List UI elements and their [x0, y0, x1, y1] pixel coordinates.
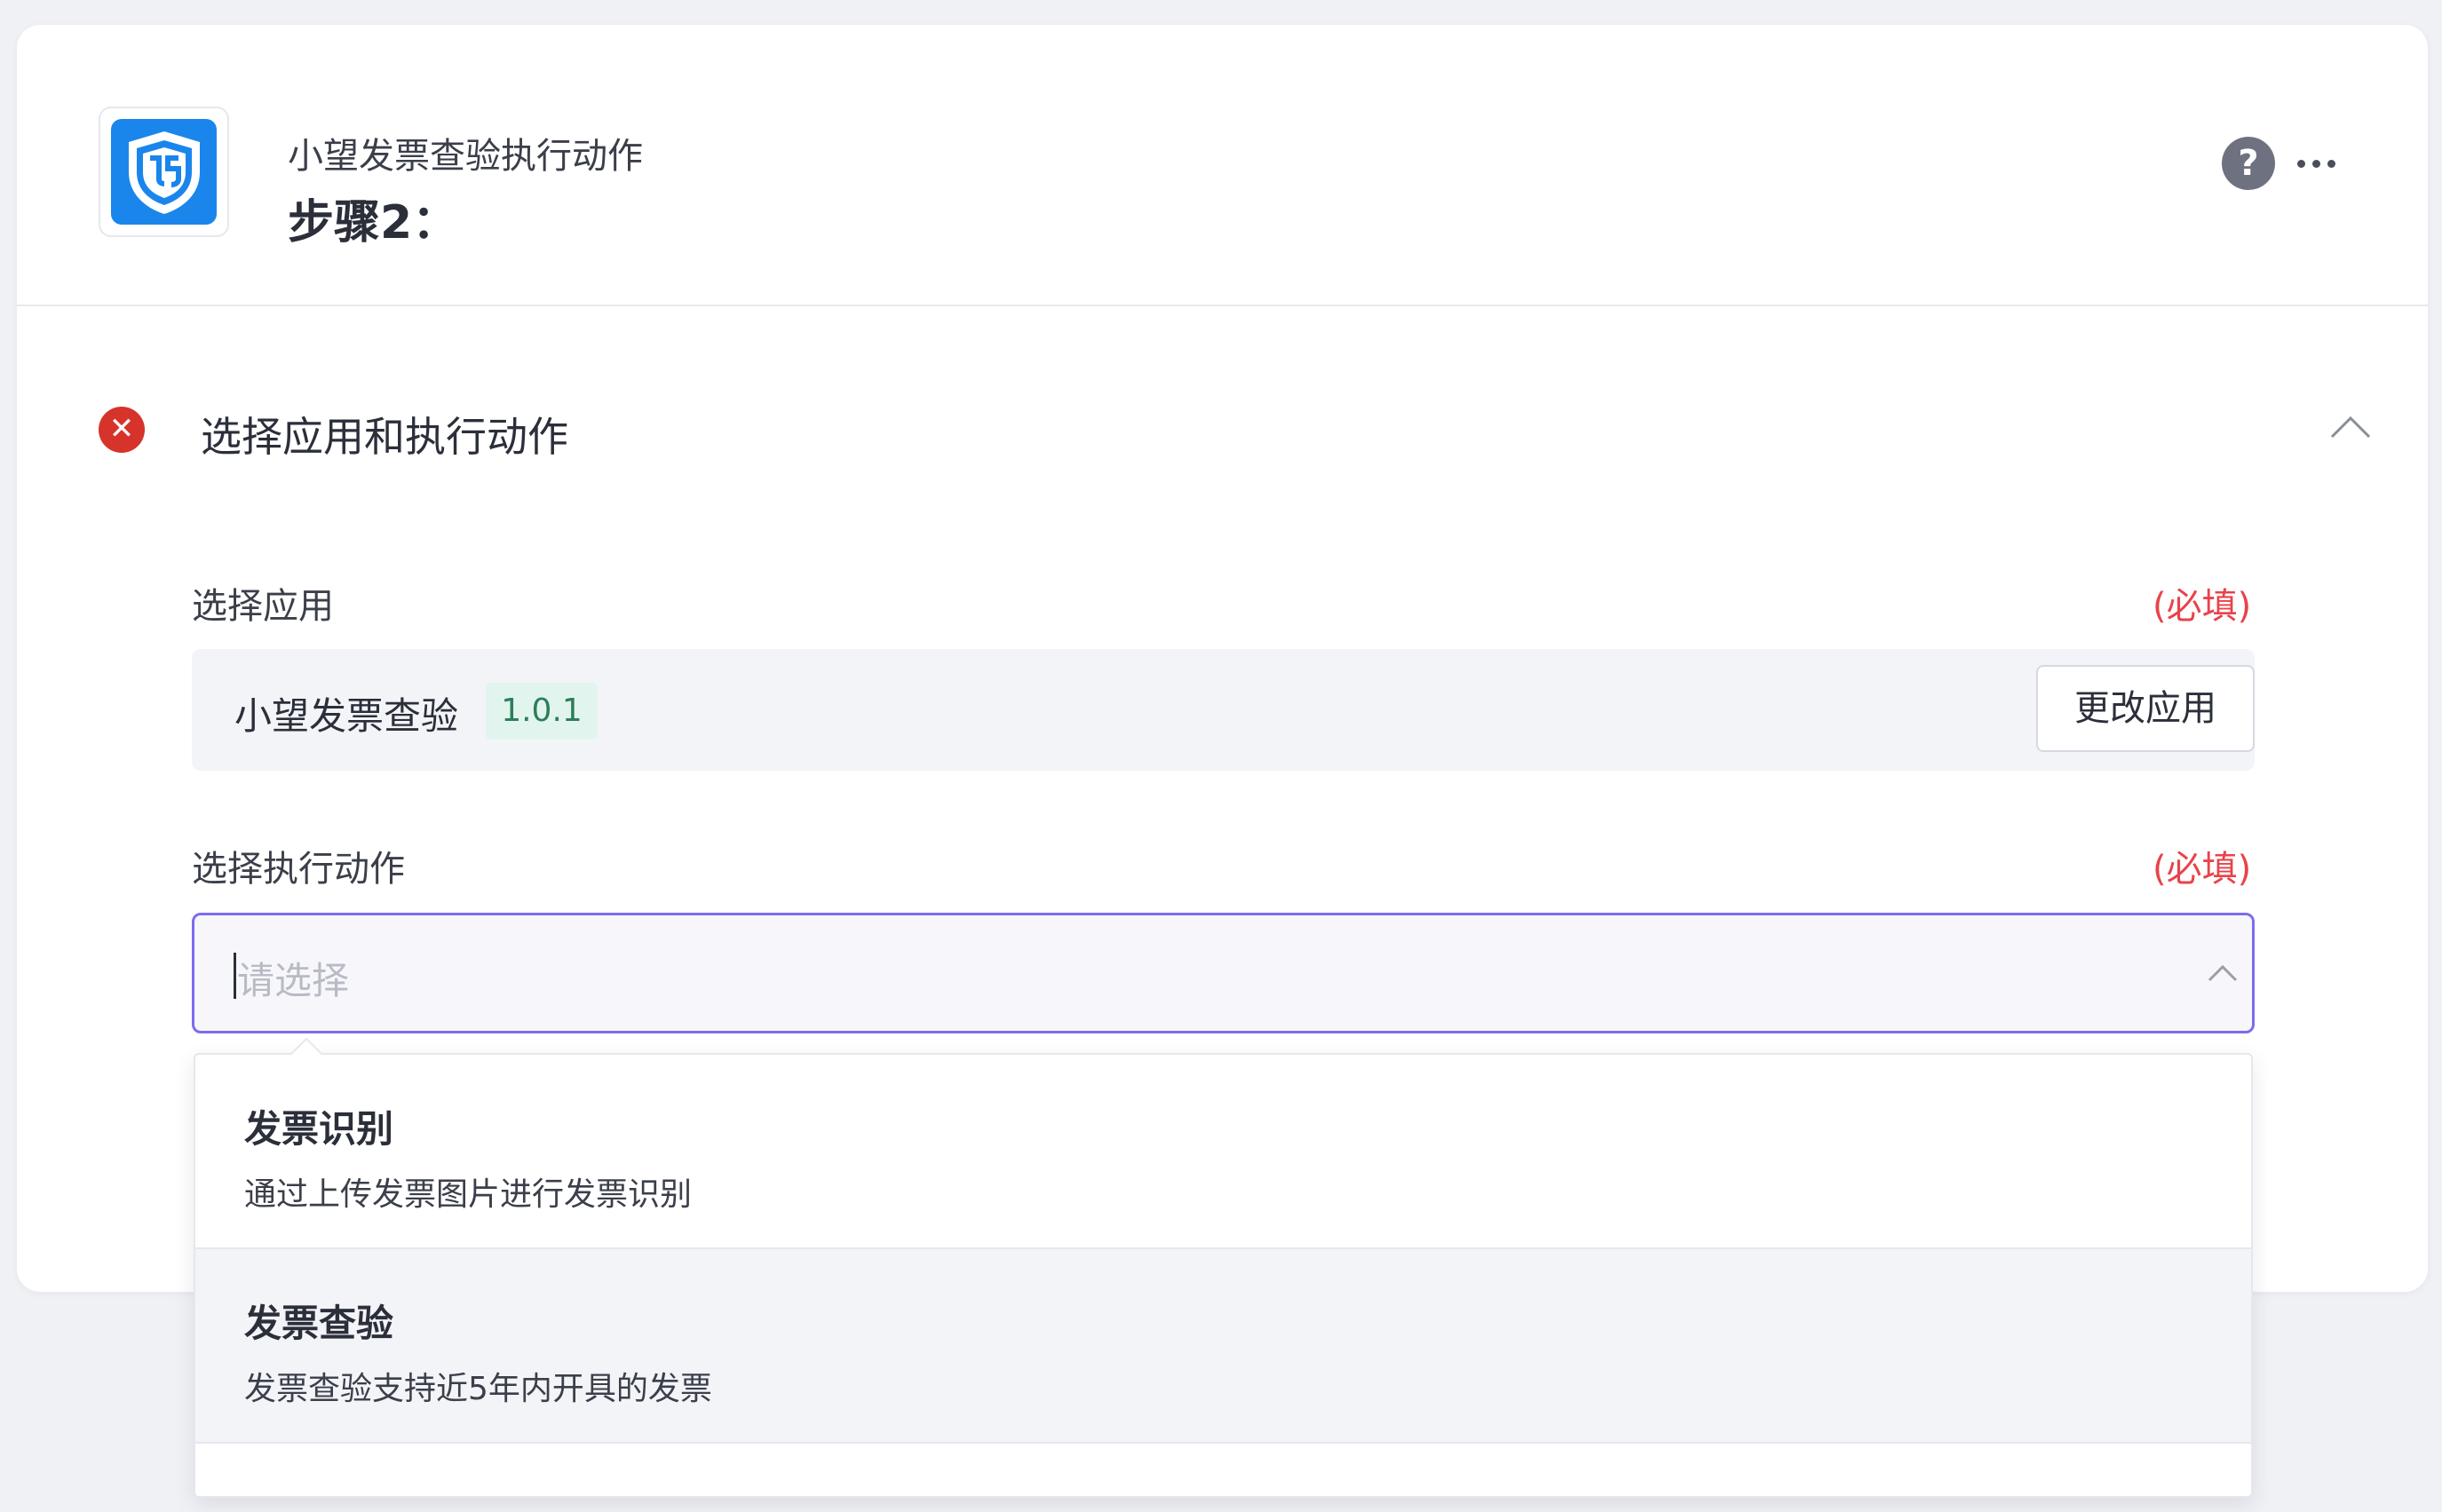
action-select-input[interactable]: 请选择: [192, 913, 2255, 1033]
more-options-icon[interactable]: [2292, 139, 2342, 188]
section-title: 选择应用和执行动作: [201, 413, 568, 461]
required-marker: (必填): [2153, 849, 2252, 890]
selected-app-box: 小望发票查验 1.0.1 更改应用: [192, 649, 2255, 771]
option-title: 发票查验: [244, 1302, 394, 1345]
selected-app-name: 小望发票查验: [234, 694, 459, 738]
action-dropdown-menu: 发票识别 通过上传发票图片进行发票识别 发票查验 发票查验支持近5年内开具的发票: [194, 1037, 2253, 1498]
chevron-up-icon[interactable]: [2208, 963, 2238, 983]
chevron-up-icon[interactable]: [2329, 413, 2372, 439]
help-icon[interactable]: ?: [2222, 137, 2275, 190]
version-badge: 1.0.1: [486, 683, 598, 740]
select-action-label: 选择执行动作: [192, 849, 405, 890]
required-marker: (必填): [2153, 586, 2252, 627]
text-caret: [234, 953, 236, 999]
select-app-label: 选择应用: [192, 586, 334, 627]
app-action-subtitle: 小望发票查验执行动作: [288, 136, 643, 177]
dropdown-option-invoice-verification[interactable]: 发票查验 发票查验支持近5年内开具的发票: [195, 1249, 2251, 1444]
app-logo: [99, 107, 229, 237]
step-header: 小望发票查验执行动作 步骤2： ?: [17, 25, 2428, 306]
error-status-icon: ✕: [99, 407, 145, 453]
option-description: 发票查验支持近5年内开具的发票: [244, 1371, 712, 1407]
shield-logo-icon: [111, 119, 217, 225]
step-title: 步骤2：: [288, 196, 459, 249]
dropdown-option-invoice-recognition[interactable]: 发票识别 通过上传发票图片进行发票识别: [195, 1055, 2251, 1249]
select-placeholder: 请选择: [237, 959, 350, 1002]
section-header-select-app-action[interactable]: ✕ 选择应用和执行动作: [17, 305, 2428, 461]
option-description: 通过上传发票图片进行发票识别: [244, 1176, 693, 1213]
option-title: 发票识别: [244, 1107, 394, 1151]
change-app-button[interactable]: 更改应用: [2036, 665, 2255, 752]
